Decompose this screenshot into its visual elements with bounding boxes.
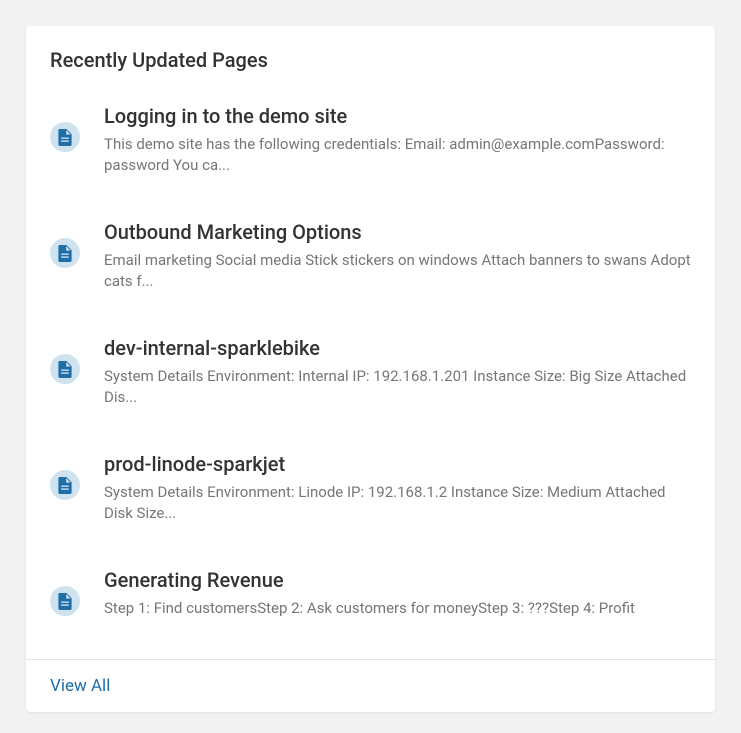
recently-updated-card: Recently Updated Pages Logging in to the…	[26, 26, 715, 712]
list-item[interactable]: Outbound Marketing Options Email marketi…	[50, 198, 691, 314]
item-title: dev-internal-sparklebike	[104, 336, 691, 360]
list-item[interactable]: Generating Revenue Step 1: Find customer…	[50, 546, 691, 641]
item-desc: System Details Environment: Linode IP: 1…	[104, 482, 691, 524]
item-desc: Step 1: Find customersStep 2: Ask custom…	[104, 598, 691, 619]
card-footer: View All	[26, 659, 715, 712]
item-desc: This demo site has the following credent…	[104, 134, 691, 176]
item-content: Logging in to the demo site This demo si…	[104, 104, 691, 176]
view-all-link[interactable]: View All	[50, 676, 110, 696]
item-title: Outbound Marketing Options	[104, 220, 691, 244]
card-header: Recently Updated Pages	[26, 26, 715, 82]
item-content: Outbound Marketing Options Email marketi…	[104, 220, 691, 292]
item-title: prod-linode-sparkjet	[104, 452, 691, 476]
page-icon	[50, 470, 80, 500]
item-title: Logging in to the demo site	[104, 104, 691, 128]
item-content: dev-internal-sparklebike System Details …	[104, 336, 691, 408]
list-item[interactable]: Logging in to the demo site This demo si…	[50, 82, 691, 198]
item-desc: Email marketing Social media Stick stick…	[104, 250, 691, 292]
page-list: Logging in to the demo site This demo si…	[26, 82, 715, 659]
page-icon	[50, 354, 80, 384]
list-item[interactable]: dev-internal-sparklebike System Details …	[50, 314, 691, 430]
item-title: Generating Revenue	[104, 568, 691, 592]
page-icon	[50, 122, 80, 152]
page-icon	[50, 238, 80, 268]
item-content: Generating Revenue Step 1: Find customer…	[104, 568, 691, 619]
card-title: Recently Updated Pages	[50, 48, 691, 72]
list-item[interactable]: prod-linode-sparkjet System Details Envi…	[50, 430, 691, 546]
item-content: prod-linode-sparkjet System Details Envi…	[104, 452, 691, 524]
page-icon	[50, 586, 80, 616]
item-desc: System Details Environment: Internal IP:…	[104, 366, 691, 408]
